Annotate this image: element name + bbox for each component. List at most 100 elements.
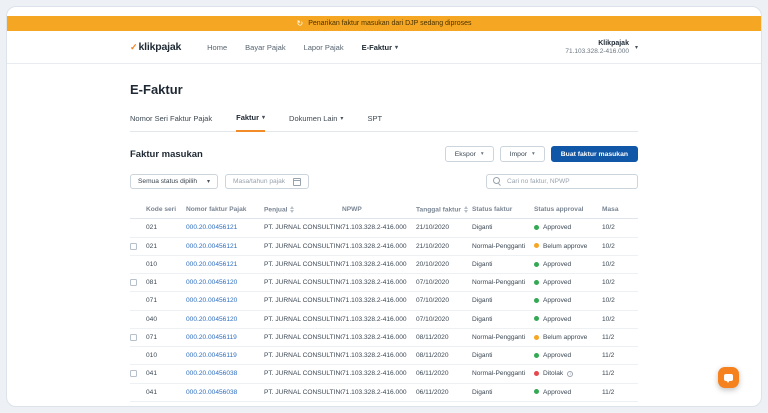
faktur-number-link[interactable]: 000.20.00456120: [186, 297, 237, 304]
table-row[interactable]: 041 000.20.00456038 PT. JURNAL CONSULTIN…: [130, 383, 638, 402]
row-checkbox[interactable]: [130, 279, 137, 286]
chevron-down-icon: ▾: [207, 179, 211, 185]
faktur-number-link[interactable]: 000.20.00456121: [186, 243, 237, 250]
section-title: Faktur masukan: [130, 148, 203, 160]
cell-penjual: PT. JURNAL CONSULTING: [264, 291, 342, 311]
nav-item-home[interactable]: Home: [207, 43, 227, 52]
table-row[interactable]: 071 000.20.00456119 PT. JURNAL CONSULTIN…: [130, 328, 638, 348]
column-header-npwp: NPWP: [342, 201, 416, 220]
chevron-down-icon: ▾: [395, 44, 399, 51]
cell-status-faktur: Diganti: [472, 310, 534, 329]
cell-masa: 10/2: [602, 255, 638, 275]
cell-kode-seri: 021: [146, 218, 186, 238]
cell-tanggal-faktur: 07/10/2020: [416, 310, 472, 329]
faktur-number-link[interactable]: 000.20.00456120: [186, 279, 237, 286]
cell-status-approval: Approved: [534, 346, 602, 366]
masa-tahun-pajak-picker[interactable]: Masa/tahun pajak: [225, 174, 310, 189]
cell-npwp: 71.103.328.2-416.000: [342, 364, 416, 384]
ekspor-button[interactable]: Ekspor ▾: [444, 146, 494, 162]
cell-tanggal-faktur: 21/10/2020: [416, 237, 472, 256]
faktur-number-link[interactable]: 000.20.00456038: [186, 370, 237, 377]
klikpajak-logo[interactable]: ✓ klikpajak: [130, 41, 181, 53]
cell-kode-seri: 010: [146, 346, 186, 366]
table-row[interactable]: 081 000.20.00456120 PT. JURNAL CONSULTIN…: [130, 273, 638, 293]
cell-masa: 11/2: [602, 383, 638, 402]
cell-penjual: PT. JURNAL CONSULTING: [264, 273, 342, 293]
sort-icon[interactable]: [464, 206, 468, 213]
cell-penjual: PT. JURNAL CONSULTING: [264, 218, 342, 238]
cell-status-faktur: Normal-Pengganti: [472, 273, 534, 293]
row-checkbox[interactable]: [130, 333, 137, 341]
column-header-tanggal-faktur[interactable]: Tanggal faktur: [416, 201, 472, 220]
tab-spt[interactable]: SPT: [367, 113, 382, 131]
cell-kode-seri: 071: [146, 328, 186, 348]
logo-text: klikpajak: [138, 41, 182, 53]
column-header-masa: Masa: [602, 201, 638, 220]
faktur-number-link[interactable]: 000.20.00456120: [186, 316, 237, 323]
cell-npwp: 71.103.328.2-416.000: [342, 310, 416, 329]
buat-faktur-masukan-button[interactable]: Buat faktur masukan: [550, 146, 638, 162]
search-box: [486, 174, 638, 189]
cell-penjual: PT. JURNAL CONSULTING: [264, 310, 342, 329]
account-npwp: 71.103.328.2-416.000: [565, 47, 629, 55]
notification-banner: ↻ Penarikan faktur masukan dari DJP seda…: [7, 16, 761, 31]
cell-kode-seri: 071: [146, 291, 186, 311]
search-input[interactable]: [507, 178, 631, 185]
table-row[interactable]: 021 000.20.00456121 PT. JURNAL CONSULTIN…: [130, 237, 638, 256]
nav-item-lapor-pajak[interactable]: Lapor Pajak: [304, 43, 344, 52]
column-header-status-faktur: Status faktur: [472, 201, 534, 220]
nav-item-bayar-pajak[interactable]: Bayar Pajak: [245, 43, 285, 52]
main-content: E-Faktur Nomor Seri Faktur Pajak Faktur …: [130, 64, 638, 402]
tab-nomor-seri-faktur-pajak[interactable]: Nomor Seri Faktur Pajak: [130, 113, 212, 131]
status-dot-icon: [534, 316, 539, 322]
status-filter-select[interactable]: Semua status dipilih ▾: [130, 174, 219, 189]
cell-tanggal-faktur: 08/11/2020: [416, 346, 472, 366]
info-icon[interactable]: i: [567, 370, 574, 377]
faktur-number-link[interactable]: 000.20.00456038: [186, 389, 237, 396]
table-row[interactable]: 010 000.20.00456119 PT. JURNAL CONSULTIN…: [130, 346, 638, 366]
cell-tanggal-faktur: 20/10/2020: [416, 255, 472, 275]
app-window: ↻ Penarikan faktur masukan dari DJP seda…: [6, 6, 762, 407]
calendar-icon: [293, 177, 302, 186]
faktur-number-link[interactable]: 000.20.00456121: [186, 224, 237, 231]
tab-dokumen-lain[interactable]: Dokumen Lain ▾: [289, 113, 343, 131]
table-row[interactable]: 021 000.20.00456121 PT. JURNAL CONSULTIN…: [130, 218, 638, 238]
status-dot-icon: [534, 371, 539, 377]
table-row[interactable]: 041 000.20.00456038 PT. JURNAL CONSULTIN…: [130, 364, 638, 384]
loading-spinner-icon: ↻: [296, 18, 304, 28]
row-checkbox[interactable]: [130, 242, 137, 250]
status-dot-icon: [534, 261, 539, 267]
cell-penjual: PT. JURNAL CONSULTING: [264, 328, 342, 348]
chat-button[interactable]: [718, 367, 739, 388]
cell-masa: 10/2: [602, 273, 638, 293]
column-header-kode-seri: Kode seri: [146, 201, 186, 220]
chat-bubble-icon: [724, 374, 733, 383]
account-menu[interactable]: Klikpajak 71.103.328.2-416.000 ▾: [565, 40, 638, 55]
faktur-number-link[interactable]: 000.20.00456119: [186, 334, 237, 341]
cell-status-faktur: Diganti: [472, 218, 534, 238]
cell-kode-seri: 081: [146, 273, 186, 293]
cell-kode-seri: 041: [146, 383, 186, 402]
status-dot-icon: [534, 298, 539, 304]
sort-icon[interactable]: [290, 206, 294, 213]
column-header-checkbox: [130, 201, 146, 220]
row-checkbox[interactable]: [130, 370, 137, 378]
cell-kode-seri: 010: [146, 255, 186, 275]
chevron-down-icon: ▾: [340, 115, 344, 122]
table-row[interactable]: 040 000.20.00456120 PT. JURNAL CONSULTIN…: [130, 310, 638, 329]
faktur-number-link[interactable]: 000.20.00456121: [186, 261, 237, 268]
nav-item-efaktur[interactable]: E-Faktur ▾: [362, 43, 398, 52]
tab-faktur[interactable]: Faktur ▾: [236, 113, 266, 132]
table-row[interactable]: 071 000.20.00456120 PT. JURNAL CONSULTIN…: [130, 291, 638, 311]
banner-text: Penarikan faktur masukan dari DJP sedang…: [308, 20, 472, 27]
column-header-penjual[interactable]: Penjual: [264, 201, 342, 220]
cell-masa: 10/2: [602, 291, 638, 311]
cell-npwp: 71.103.328.2-416.000: [342, 291, 416, 311]
table-row[interactable]: 010 000.20.00456121 PT. JURNAL CONSULTIN…: [130, 255, 638, 275]
status-dot-icon: [534, 352, 539, 358]
cell-npwp: 71.103.328.2-416.000: [342, 255, 416, 275]
column-header-status-approval: Status approval: [534, 201, 602, 220]
impor-button[interactable]: Impor ▾: [499, 146, 545, 162]
faktur-number-link[interactable]: 000.20.00456119: [186, 352, 237, 359]
status-dot-icon: [534, 243, 539, 249]
